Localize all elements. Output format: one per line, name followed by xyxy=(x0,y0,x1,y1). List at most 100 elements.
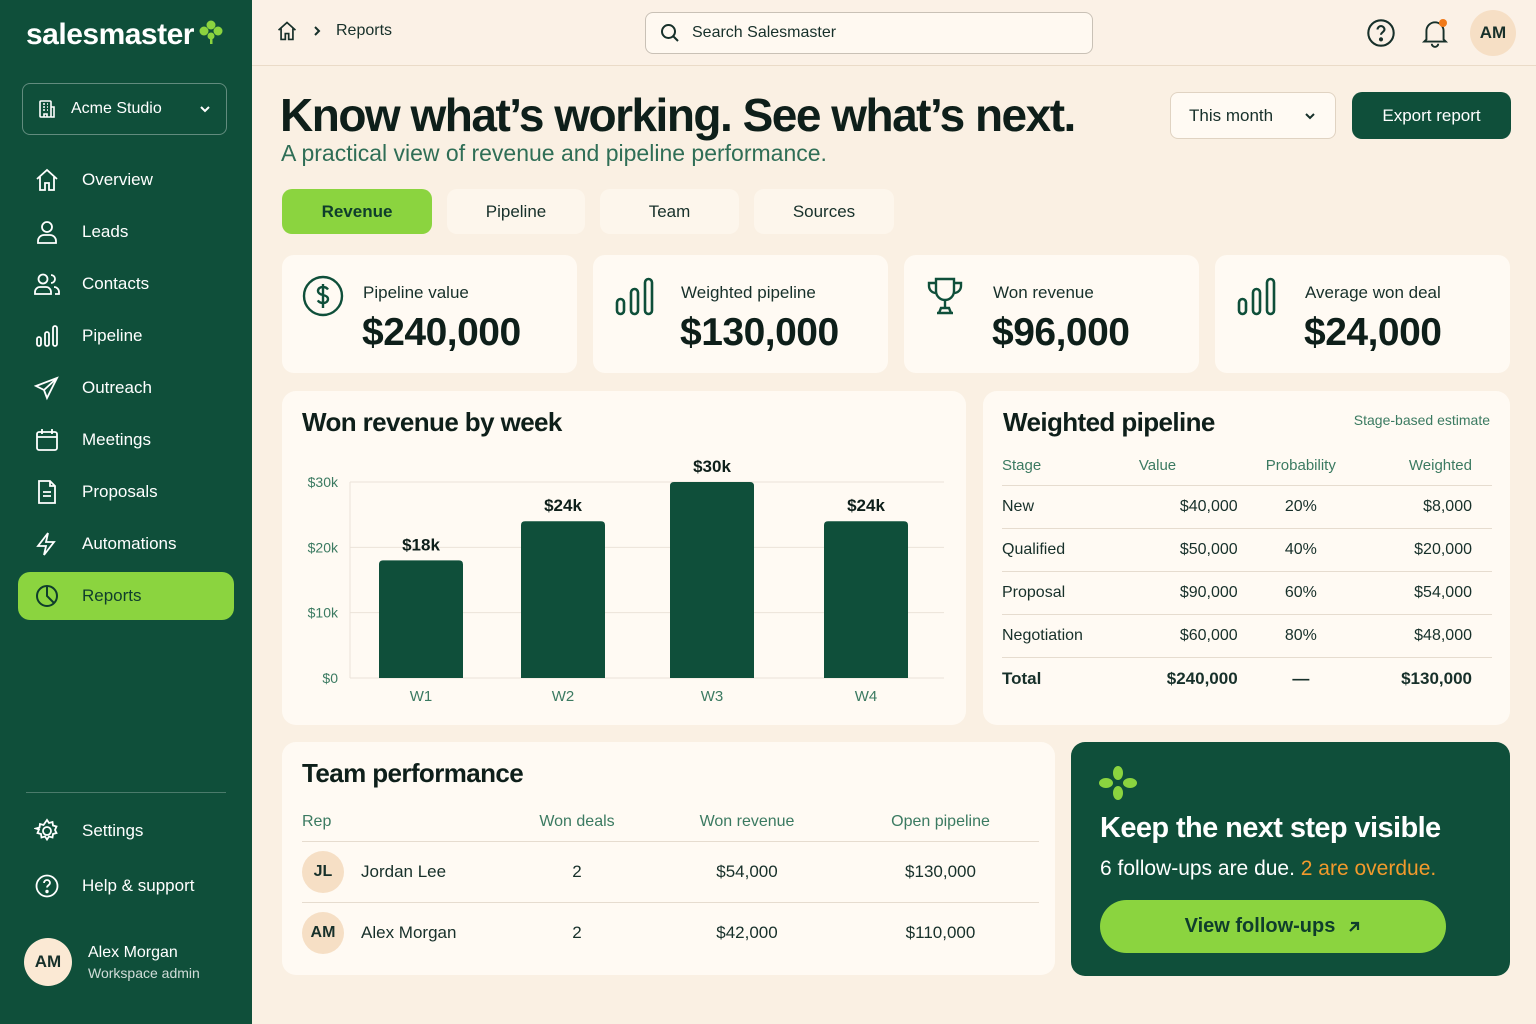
sidebar-nav: Overview Leads Contacts Pipeline Outreac… xyxy=(18,156,234,624)
notifications-button[interactable] xyxy=(1412,10,1458,56)
sidebar-item-label: Outreach xyxy=(82,378,152,397)
report-tabs: Revenue Pipeline Team Sources xyxy=(282,189,909,234)
table-row[interactable]: AM Alex Morgan 2 $42,000 $110,000 xyxy=(302,902,1039,963)
tab-pipeline[interactable]: Pipeline xyxy=(447,189,585,234)
chart-title: Won revenue by week xyxy=(302,407,562,437)
kpi-label: Average won deal xyxy=(1305,283,1441,302)
clover-icon xyxy=(1099,766,1137,800)
table-row[interactable]: JL Jordan Lee 2 $54,000 $130,000 xyxy=(302,841,1039,903)
page-title: Know what’s working. See what’s next. xyxy=(280,89,1076,141)
follow-ups-cta-card: Keep the next step visible 6 follow-ups … xyxy=(1071,742,1510,976)
cta-subtitle: 6 follow-ups are due. 2 are overdue. xyxy=(1100,857,1436,881)
sidebar-item-automations[interactable]: Automations xyxy=(18,520,234,568)
topbar: Reports AM xyxy=(252,0,1536,66)
stage-cell: New xyxy=(1002,485,1125,529)
avatar: AM xyxy=(24,938,72,986)
won-revenue-cell: $54,000 xyxy=(652,841,842,903)
table-header-row: Rep Won deals Won revenue Open pipeline xyxy=(302,803,1039,842)
home-icon[interactable] xyxy=(276,20,298,42)
probability-cell: 60% xyxy=(1247,571,1354,615)
pie-chart-icon xyxy=(32,583,62,609)
sidebar-item-settings[interactable]: Settings xyxy=(18,806,234,856)
kpi-card-weighted-pipeline: Weighted pipeline $130,000 xyxy=(593,255,888,373)
data-label: $30k xyxy=(693,457,731,476)
chart-bar xyxy=(379,560,463,678)
user-name: Alex Morgan xyxy=(88,943,178,961)
table-row[interactable]: Qualified $50,000 40% $20,000 xyxy=(1002,528,1492,572)
kpi-value: $96,000 xyxy=(992,311,1130,354)
kpi-card-average-won-deal: Average won deal $24,000 xyxy=(1215,255,1510,373)
search-bar[interactable] xyxy=(645,12,1093,54)
total-value: $240,000 xyxy=(1166,668,1238,688)
brand-name: salesmaster xyxy=(26,18,194,51)
page-subtitle: A practical view of revenue and pipeline… xyxy=(281,140,827,166)
breadcrumb-current[interactable]: Reports xyxy=(336,22,392,40)
kpi-card-won-revenue: Won revenue $96,000 xyxy=(904,255,1199,373)
calendar-icon xyxy=(32,427,62,453)
table-header-row: Stage Value Probability Weighted xyxy=(1002,447,1492,486)
column-header: Won revenue xyxy=(652,803,842,842)
y-tick-label: $30k xyxy=(308,474,339,490)
sidebar-item-leads[interactable]: Leads xyxy=(18,208,234,256)
table-row[interactable]: Negotiation $60,000 80% $48,000 xyxy=(1002,614,1492,658)
notification-dot xyxy=(1439,19,1447,27)
gear-icon xyxy=(32,818,62,844)
help-button[interactable] xyxy=(1358,10,1404,56)
user-profile[interactable]: AM Alex Morgan Workspace admin xyxy=(24,938,200,986)
lightning-icon xyxy=(32,531,62,557)
view-follow-ups-button[interactable]: View follow-ups xyxy=(1100,900,1446,953)
table-row[interactable]: New $40,000 20% $8,000 xyxy=(1002,485,1492,529)
user-role: Workspace admin xyxy=(88,964,200,981)
total-weighted: $130,000 xyxy=(1401,668,1472,688)
chevron-down-icon xyxy=(1305,112,1315,119)
sidebar-item-outreach[interactable]: Outreach xyxy=(18,364,234,412)
table-row[interactable]: Proposal $90,000 60% $54,000 xyxy=(1002,571,1492,615)
clover-logo-icon xyxy=(199,20,223,44)
tab-sources[interactable]: Sources xyxy=(754,189,894,234)
data-label: $24k xyxy=(544,496,582,515)
probability-cell: 40% xyxy=(1247,528,1354,572)
kpi-label: Won revenue xyxy=(993,283,1094,302)
view-follow-ups-label: View follow-ups xyxy=(1184,915,1336,937)
sidebar-item-label: Reports xyxy=(82,586,142,605)
search-input[interactable] xyxy=(692,24,1072,42)
column-header: Open pipeline xyxy=(842,803,1039,842)
rep-name: Jordan Lee xyxy=(361,861,447,881)
workspace-switcher[interactable]: Acme Studio xyxy=(22,83,227,135)
weighted-cell: $20,000 xyxy=(1353,528,1492,572)
sidebar-item-contacts[interactable]: Contacts xyxy=(18,260,234,308)
tab-team[interactable]: Team xyxy=(600,189,739,234)
users-icon xyxy=(32,271,62,297)
help-icon xyxy=(1367,19,1395,47)
sidebar-item-help[interactable]: Help & support xyxy=(18,861,234,911)
user-icon xyxy=(32,219,62,245)
data-label: $18k xyxy=(402,535,440,554)
won-deals-cell: 2 xyxy=(572,922,582,942)
team-performance-table: Rep Won deals Won revenue Open pipeline … xyxy=(302,803,1039,963)
sidebar-item-reports[interactable]: Reports xyxy=(18,572,234,620)
won-revenue-chart: $0 $10k $20k $30k $18k W1 $24k W2 $30k W3 $24k W4 xyxy=(308,457,944,705)
avatar[interactable]: AM xyxy=(1470,10,1516,56)
sidebar-item-pipeline[interactable]: Pipeline xyxy=(18,312,234,360)
kpi-label: Pipeline value xyxy=(363,283,469,302)
logo[interactable]: salesmaster xyxy=(26,18,224,52)
kpi-value: $24,000 xyxy=(1304,311,1442,354)
topbar-actions: AM xyxy=(1350,10,1516,56)
table-total-row: Total $240,000 — $130,000 xyxy=(1002,657,1492,700)
sidebar-item-proposals[interactable]: Proposals xyxy=(18,468,234,516)
sidebar-item-overview[interactable]: Overview xyxy=(18,156,234,204)
chart-bar xyxy=(521,521,605,678)
value-cell: $60,000 xyxy=(1124,614,1248,658)
period-select[interactable]: This month xyxy=(1170,92,1336,139)
tab-revenue[interactable]: Revenue xyxy=(282,189,432,234)
stage-cell: Negotiation xyxy=(1002,614,1125,658)
help-icon xyxy=(32,873,62,899)
arrow-up-right-icon xyxy=(1349,921,1360,932)
bar-chart-icon xyxy=(1237,277,1276,316)
trophy-icon xyxy=(927,277,963,315)
weighted-cell: $54,000 xyxy=(1353,571,1492,615)
export-report-button[interactable]: Export report xyxy=(1352,92,1511,139)
y-tick-label: $10k xyxy=(308,605,339,621)
stage-cell: Proposal xyxy=(1002,571,1125,615)
sidebar-item-meetings[interactable]: Meetings xyxy=(18,416,234,464)
